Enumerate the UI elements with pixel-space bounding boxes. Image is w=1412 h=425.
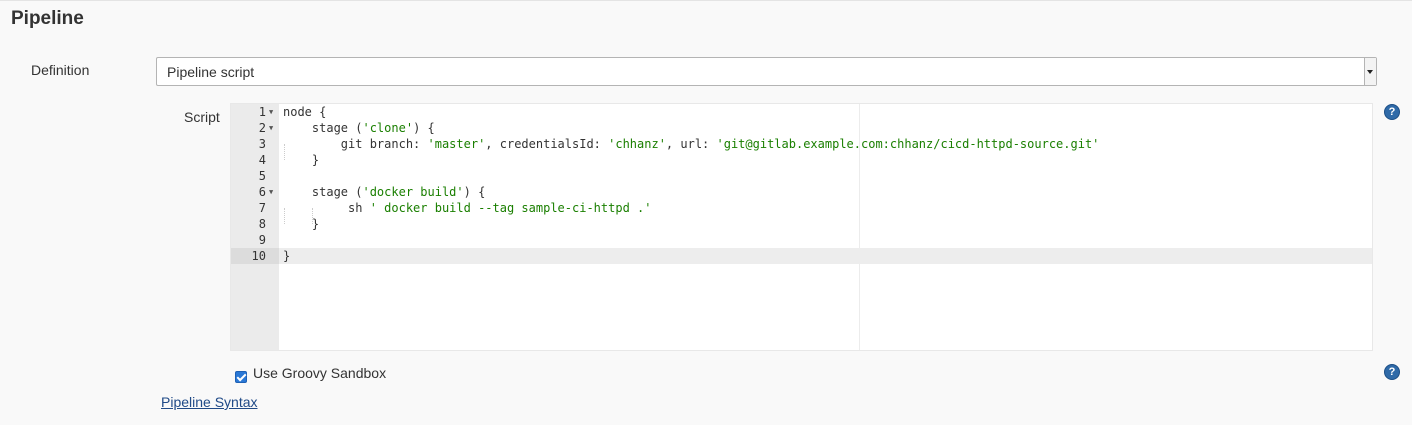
string-token: 'chhanz' [608,137,666,151]
line-number: 2 [258,121,266,135]
code-token: stage ( [283,185,363,199]
script-editor[interactable]: 1 ▼ node {2 ▼ stage ('clone') {3 git branch… [230,103,1373,351]
sandbox-label: Use Groovy Sandbox [253,365,387,381]
definition-select-value: Pipeline script [167,64,255,80]
code-token: sh [283,201,370,215]
line-number: 1 [258,105,266,119]
indent-guide [312,208,313,224]
line-number: 5 [258,169,266,183]
code-token: , url: [665,137,717,151]
line-number: 10 [231,248,279,264]
line-number: 7 [258,201,266,215]
help-icon[interactable]: ? [1384,104,1400,120]
code-token: node { [283,105,327,119]
top-divider [0,0,1412,1]
code-text: } [283,248,290,264]
code-token: } [283,217,320,231]
code-text: } [283,216,319,232]
code-text: node { [283,104,326,120]
code-text: sh ' docker build --tag sample-ci-httpd … [283,200,651,216]
section-title: Pipeline [11,8,84,29]
code-token: , credentialsId: [485,137,609,151]
line-number: 4 [258,153,266,167]
code-token: } [283,249,291,263]
code-token: stage ( [283,121,363,135]
code-text: stage ('docker build') { [283,184,485,200]
line-number: 9 [258,233,266,247]
indent-guide [284,144,285,160]
definition-label: Definition [31,62,90,78]
line-number: 6 [258,185,266,199]
line-number: 3 [258,137,266,151]
script-label: Script [184,109,220,125]
code-line[interactable]: 5 [231,168,1372,184]
code-line[interactable]: 9 [231,232,1372,248]
code-line[interactable]: 1 ▼ node { [231,104,1372,120]
fold-toggle-icon[interactable]: ▼ [269,104,273,120]
code-token: ) { [463,185,486,199]
code-line[interactable]: 8 } [231,216,1372,232]
definition-select[interactable]: Pipeline script [156,57,1377,86]
indent-guide [284,208,285,224]
code-token: } [283,153,320,167]
line-number: 8 [258,217,266,231]
code-line[interactable]: 3 git branch: 'master', credentialsId: '… [231,136,1372,152]
pipeline-syntax-link[interactable]: Pipeline Syntax [161,394,258,410]
code-token: ) { [413,121,435,135]
fold-toggle-icon[interactable]: ▼ [269,120,273,136]
code-text: } [283,152,319,168]
code-token: git branch: [283,137,428,151]
sandbox-checkbox[interactable] [235,371,247,383]
code-text: git branch: 'master', credentialsId: 'ch… [283,136,1100,152]
chevron-down-icon[interactable] [1364,58,1376,85]
code-line[interactable]: 2 ▼ stage ('clone') { [231,120,1372,136]
fold-toggle-icon[interactable]: ▼ [269,184,273,200]
code-text: stage ('clone') { [283,120,435,136]
help-icon[interactable]: ? [1384,364,1400,380]
string-token: 'docker build' [362,185,464,199]
code-line[interactable]: 10} [231,248,1372,264]
code-line[interactable]: 7 sh ' docker build --tag sample-ci-http… [231,200,1372,216]
string-token: 'git@gitlab.example.com:chhanz/cicd-http… [716,137,1100,151]
string-token: 'master' [427,137,486,151]
string-token: ' docker build --tag sample-ci-httpd .' [369,201,652,215]
code-line[interactable]: 6 ▼ stage ('docker build') { [231,184,1372,200]
string-token: 'clone' [362,121,414,135]
code-line[interactable]: 4 } [231,152,1372,168]
